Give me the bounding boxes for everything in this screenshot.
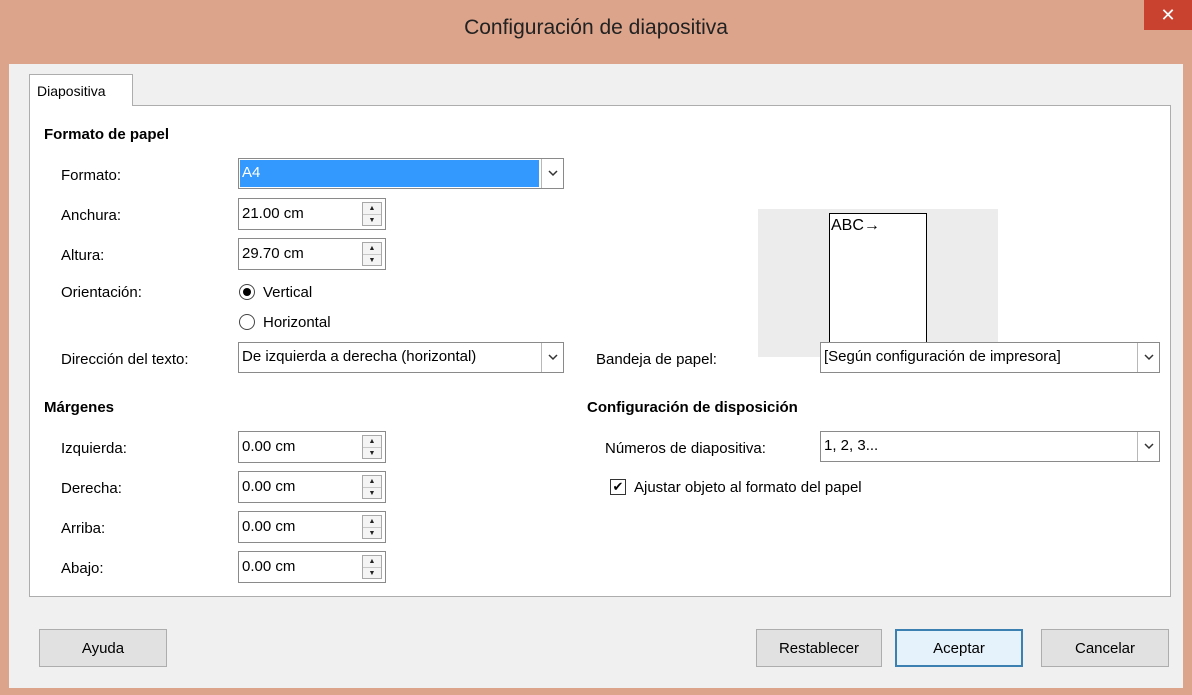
margin-bottom-value: 0.00 cm bbox=[242, 558, 296, 575]
paper-tray-label: Bandeja de papel: bbox=[596, 351, 717, 368]
width-spinbox[interactable]: 21.00 cm ▲ ▼ bbox=[238, 198, 386, 230]
orientation-label: Orientación: bbox=[61, 284, 142, 301]
triangle-up-icon[interactable]: ▲ bbox=[363, 556, 381, 567]
tab-diapositiva[interactable]: Diapositiva bbox=[29, 74, 133, 106]
triangle-up-icon[interactable]: ▲ bbox=[363, 243, 381, 254]
vertical-radio-label[interactable]: Vertical bbox=[263, 284, 312, 301]
format-label: Formato: bbox=[61, 167, 122, 184]
slide-numbering-value: 1, 2, 3... bbox=[824, 437, 879, 454]
cancel-button-label: Cancelar bbox=[1074, 639, 1136, 657]
title-bar[interactable]: Configuración de diapositiva ✕ bbox=[0, 0, 1192, 64]
paper-format-heading: Formato de papel bbox=[44, 126, 170, 143]
triangle-up-icon[interactable]: ▲ bbox=[363, 516, 381, 527]
chevron-down-icon[interactable] bbox=[1137, 432, 1159, 461]
dialog-client: Diapositiva Formato de papel Formato: A4… bbox=[9, 64, 1183, 688]
horizontal-radio[interactable] bbox=[239, 314, 255, 330]
chevron-down-icon[interactable] bbox=[541, 343, 563, 372]
triangle-up-icon[interactable]: ▲ bbox=[363, 203, 381, 214]
preview-page: ABC→ bbox=[829, 213, 927, 354]
text-direction-dropdown[interactable]: De izquierda a derecha (horizontal) bbox=[238, 342, 564, 373]
height-value: 29.70 cm bbox=[242, 245, 304, 262]
width-label: Anchura: bbox=[61, 207, 122, 224]
tab-panel: Formato de papel Formato: A4 Anchura: 21… bbox=[29, 105, 1171, 597]
triangle-down-icon[interactable]: ▼ bbox=[363, 214, 381, 226]
margin-right-value: 0.00 cm bbox=[242, 478, 296, 495]
close-icon: ✕ bbox=[1160, 4, 1176, 25]
check-icon: ✔ bbox=[612, 479, 624, 494]
preview-text: ABC→ bbox=[831, 217, 880, 234]
ok-button-label: Aceptar bbox=[933, 639, 985, 657]
cancel-button[interactable]: Cancelar bbox=[1041, 629, 1169, 667]
margin-top-label: Arriba: bbox=[61, 520, 106, 537]
slide-numbering-dropdown[interactable]: 1, 2, 3... bbox=[820, 431, 1160, 462]
margins-heading: Márgenes bbox=[44, 399, 115, 416]
height-spinbox[interactable]: 29.70 cm ▲ ▼ bbox=[238, 238, 386, 270]
chevron-down-icon[interactable] bbox=[541, 159, 563, 188]
paper-tray-dropdown[interactable]: [Según configuración de impresora] bbox=[820, 342, 1160, 373]
help-button-label: Ayuda bbox=[81, 639, 125, 657]
format-dropdown[interactable]: A4 bbox=[238, 158, 564, 189]
help-button[interactable]: Ayuda bbox=[39, 629, 167, 667]
fit-object-checkbox[interactable]: ✔ bbox=[610, 479, 626, 495]
triangle-down-icon[interactable]: ▼ bbox=[363, 567, 381, 579]
margin-left-spin-buttons[interactable]: ▲ ▼ bbox=[362, 435, 382, 459]
margin-bottom-label: Abajo: bbox=[61, 560, 104, 577]
page-preview: ABC→ bbox=[758, 209, 998, 357]
triangle-down-icon[interactable]: ▼ bbox=[363, 254, 381, 266]
triangle-down-icon[interactable]: ▼ bbox=[363, 447, 381, 459]
text-direction-value: De izquierda a derecha (horizontal) bbox=[242, 348, 477, 365]
height-spin-buttons[interactable]: ▲ ▼ bbox=[362, 242, 382, 266]
reset-button[interactable]: Restablecer bbox=[756, 629, 882, 667]
triangle-down-icon[interactable]: ▼ bbox=[363, 487, 381, 499]
chevron-down-icon[interactable] bbox=[1137, 343, 1159, 372]
fit-object-label[interactable]: Ajustar objeto al formato del papel bbox=[634, 479, 862, 496]
text-direction-label: Dirección del texto: bbox=[61, 351, 189, 368]
margin-top-spinbox[interactable]: 0.00 cm ▲ ▼ bbox=[238, 511, 386, 543]
tab-label: Diapositiva bbox=[37, 83, 106, 99]
margin-left-label: Izquierda: bbox=[61, 440, 127, 457]
margin-right-spinbox[interactable]: 0.00 cm ▲ ▼ bbox=[238, 471, 386, 503]
triangle-up-icon[interactable]: ▲ bbox=[363, 476, 381, 487]
margin-left-spinbox[interactable]: 0.00 cm ▲ ▼ bbox=[238, 431, 386, 463]
layout-heading: Configuración de disposición bbox=[587, 399, 798, 416]
triangle-down-icon[interactable]: ▼ bbox=[363, 527, 381, 539]
margin-top-value: 0.00 cm bbox=[242, 518, 296, 535]
margin-bottom-spinbox[interactable]: 0.00 cm ▲ ▼ bbox=[238, 551, 386, 583]
margin-top-spin-buttons[interactable]: ▲ ▼ bbox=[362, 515, 382, 539]
slide-numbering-label: Números de diapositiva: bbox=[605, 440, 766, 457]
ok-button[interactable]: Aceptar bbox=[895, 629, 1023, 667]
triangle-up-icon[interactable]: ▲ bbox=[363, 436, 381, 447]
horizontal-radio-label[interactable]: Horizontal bbox=[263, 314, 331, 331]
close-button[interactable]: ✕ bbox=[1144, 0, 1192, 30]
width-value: 21.00 cm bbox=[242, 205, 304, 222]
margin-left-value: 0.00 cm bbox=[242, 438, 296, 455]
margin-right-spin-buttons[interactable]: ▲ ▼ bbox=[362, 475, 382, 499]
reset-button-label: Restablecer bbox=[778, 639, 860, 657]
vertical-radio[interactable] bbox=[239, 284, 255, 300]
margin-right-label: Derecha: bbox=[61, 480, 122, 497]
paper-tray-value: [Según configuración de impresora] bbox=[824, 348, 1061, 365]
window-title: Configuración de diapositiva bbox=[464, 16, 728, 39]
margin-bottom-spin-buttons[interactable]: ▲ ▼ bbox=[362, 555, 382, 579]
height-label: Altura: bbox=[61, 247, 105, 264]
width-spin-buttons[interactable]: ▲ ▼ bbox=[362, 202, 382, 226]
format-value: A4 bbox=[240, 160, 539, 187]
